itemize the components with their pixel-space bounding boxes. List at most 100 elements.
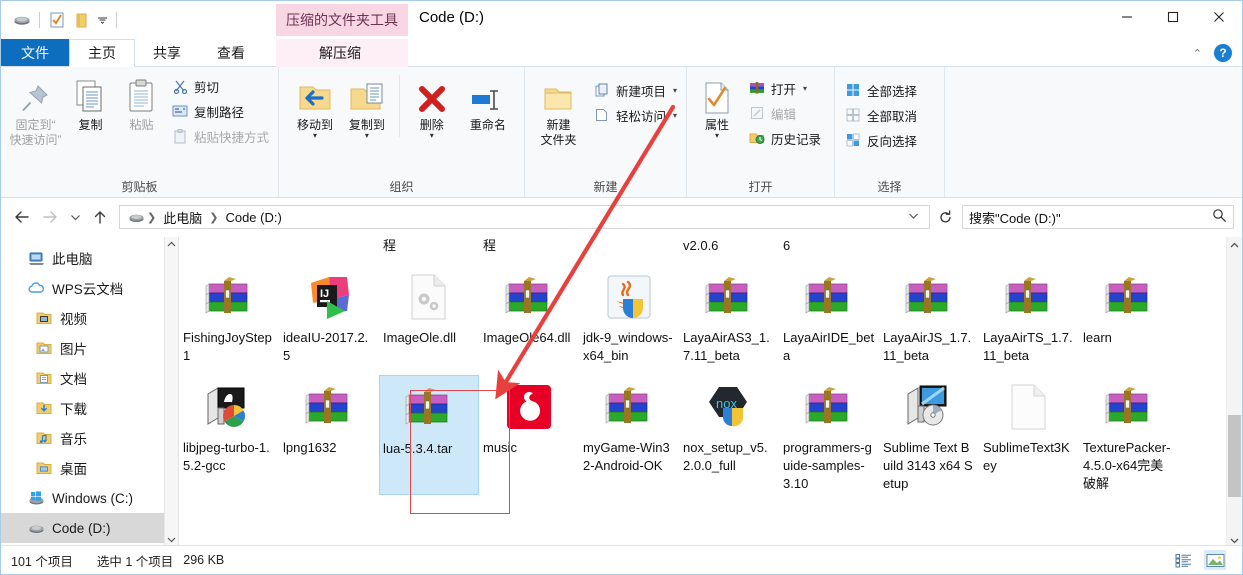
drive-icon[interactable] <box>124 211 145 224</box>
properties-caret[interactable]: ▾ <box>715 132 719 140</box>
file-item-clipped[interactable] <box>1079 237 1179 257</box>
file-item[interactable]: libjpeg-turbo-1.5.2-gcc <box>179 375 279 495</box>
file-item[interactable]: nox nox_setup_v5.2.0.0_full <box>679 375 779 495</box>
rename-button[interactable]: 重命名 <box>458 71 518 133</box>
paste-button[interactable]: 粘贴 <box>117 71 166 133</box>
move-to-button[interactable]: 移动到 ▾ <box>289 71 341 140</box>
up-button[interactable] <box>87 204 113 230</box>
file-item[interactable]: Sublime Text Build 3143 x64 Setup <box>879 375 979 495</box>
select-none-button[interactable]: 全部取消 <box>841 104 920 126</box>
close-button[interactable] <box>1196 1 1242 33</box>
breadcrumb-separator-1[interactable]: ❯ <box>209 211 218 224</box>
file-item[interactable]: lpng1632 <box>279 375 379 495</box>
open-button[interactable]: 打开 ▾ <box>745 77 824 99</box>
file-item[interactable]: TexturePacker-4.5.0-x64完美破解 <box>1079 375 1179 495</box>
file-item[interactable]: ImageOle64.dll <box>479 265 579 367</box>
refresh-button[interactable] <box>932 205 958 229</box>
search-icon[interactable] <box>1212 208 1227 226</box>
file-item-clipped[interactable] <box>579 237 679 257</box>
help-icon[interactable]: ? <box>1214 44 1232 62</box>
file-item[interactable]: myGame-Win32-Android-OK <box>579 375 679 495</box>
delete-button[interactable]: 删除 ▾ <box>406 71 458 140</box>
new-item-button[interactable]: 新建项目 ▾ <box>590 79 680 101</box>
file-item[interactable]: IJ ideaIU-2017.2.5 <box>279 265 379 367</box>
details-view-icon[interactable] <box>1172 550 1194 570</box>
move-to-caret[interactable]: ▾ <box>313 132 317 140</box>
edit-button[interactable]: 编辑 <box>745 102 824 124</box>
cut-button[interactable]: 剪切 <box>168 75 272 97</box>
file-item-clipped[interactable]: v2.0.6 <box>679 237 779 257</box>
file-item-clipped[interactable]: 6 <box>779 237 879 257</box>
back-button[interactable] <box>9 204 35 230</box>
file-item[interactable]: jdk-9_windows-x64_bin <box>579 265 679 367</box>
file-item[interactable]: FishingJoyStep1 <box>179 265 279 367</box>
tab-file[interactable]: 文件 <box>1 39 69 66</box>
collapse-ribbon-icon[interactable]: ⌃ <box>1189 47 1206 60</box>
file-item[interactable]: SublimeText3Key <box>979 375 1079 495</box>
search-box[interactable]: 搜索"Code (D:)" <box>962 205 1234 229</box>
file-list-scrollbar[interactable] <box>1226 237 1242 549</box>
sidebar-item-downloads[interactable]: 下载 <box>1 393 178 423</box>
search-input[interactable]: 搜索"Code (D:)" <box>969 208 1212 227</box>
file-item[interactable]: programmers-guide-samples-3.10 <box>779 375 879 495</box>
sidebar-item-this-pc[interactable]: 此电脑 <box>1 243 178 273</box>
open-caret[interactable]: ▾ <box>803 84 807 93</box>
file-item-clipped[interactable] <box>179 237 279 257</box>
file-scroll-thumb[interactable] <box>1228 415 1241 497</box>
recent-locations-button[interactable] <box>65 204 85 230</box>
file-item[interactable]: LayaAirAS3_1.7.11_beta <box>679 265 779 367</box>
tab-home[interactable]: 主页 <box>69 39 135 67</box>
sidebar-item-desktop[interactable]: 桌面 <box>1 453 178 483</box>
tab-share[interactable]: 共享 <box>135 39 199 66</box>
nav-scroll-up-icon[interactable] <box>167 237 176 254</box>
file-item-clipped[interactable] <box>279 237 379 257</box>
copy-to-caret[interactable]: ▾ <box>365 132 369 140</box>
easy-access-button[interactable]: 轻松访问 ▾ <box>590 104 680 126</box>
invert-selection-button[interactable]: 反向选择 <box>841 129 920 151</box>
navigation-pane-scrollbar[interactable] <box>164 237 178 549</box>
breadcrumb-bar[interactable]: ❯ 此电脑 ❯ Code (D:) <box>119 205 930 229</box>
sidebar-item-code-d[interactable]: Code (D:) <box>1 513 178 543</box>
new-folder-icon[interactable] <box>70 10 92 30</box>
breadcrumb-dropdown-icon[interactable] <box>902 212 925 223</box>
file-item[interactable]: music <box>479 375 579 495</box>
easy-access-caret[interactable]: ▾ <box>673 111 677 120</box>
sidebar-item-videos[interactable]: 视频 <box>1 303 178 333</box>
sidebar-item-pictures[interactable]: 图片 <box>1 333 178 363</box>
copy-path-button[interactable]: 复制路径 <box>168 100 272 122</box>
sidebar-item-documents[interactable]: 文档 <box>1 363 178 393</box>
file-item[interactable]: LayaAirTS_1.7.11_beta <box>979 265 1079 367</box>
select-all-button[interactable]: 全部选择 <box>841 79 920 101</box>
tab-extract[interactable]: 解压缩 <box>301 39 379 66</box>
properties-icon[interactable] <box>46 10 68 30</box>
new-folder-button[interactable]: 新建 文件夹 <box>531 71 586 148</box>
file-item[interactable]: LayaAirJS_1.7.11_beta <box>879 265 979 367</box>
maximize-button[interactable] <box>1150 1 1196 33</box>
file-item-selected[interactable]: lua-5.3.4.tar <box>379 375 479 495</box>
pin-to-quick-access-button[interactable]: 固定到“ 快速访问” <box>7 71 64 148</box>
breadcrumb-code-d[interactable]: Code (D:) <box>220 208 286 227</box>
minimize-button[interactable] <box>1104 1 1150 33</box>
file-item[interactable]: LayaAirIDE_beta <box>779 265 879 367</box>
properties-button[interactable]: 属性 ▾ <box>693 71 741 140</box>
breadcrumb-separator-0[interactable]: ❯ <box>147 211 156 224</box>
file-item-clipped[interactable] <box>879 237 979 257</box>
file-item-clipped[interactable]: 程 <box>379 237 479 257</box>
file-list-pane[interactable]: 程 程 v2.0.6 6 FishingJoyStep1 IJ ideaIU-2… <box>179 237 1242 549</box>
breadcrumb-this-pc[interactable]: 此电脑 <box>158 206 207 229</box>
sidebar-item-windows-c[interactable]: Windows (C:) <box>1 483 178 513</box>
copy-to-button[interactable]: 复制到 ▾ <box>341 71 393 140</box>
file-item[interactable]: learn <box>1079 265 1179 367</box>
file-scroll-up-icon[interactable] <box>1227 237 1242 254</box>
sidebar-item-music[interactable]: 音乐 <box>1 423 178 453</box>
file-item-clipped[interactable] <box>979 237 1079 257</box>
file-item[interactable]: ImageOle.dll <box>379 265 479 367</box>
history-button[interactable]: 历史记录 <box>745 127 824 149</box>
copy-button[interactable]: 复制 <box>66 71 115 133</box>
forward-button[interactable] <box>37 204 63 230</box>
delete-caret[interactable]: ▾ <box>430 132 434 140</box>
paste-shortcut-button[interactable]: 粘贴快捷方式 <box>168 125 272 147</box>
thumbnails-view-icon[interactable] <box>1204 550 1226 570</box>
sidebar-item-wps-cloud[interactable]: WPS云文档 <box>1 273 178 303</box>
tab-view[interactable]: 查看 <box>199 39 263 66</box>
